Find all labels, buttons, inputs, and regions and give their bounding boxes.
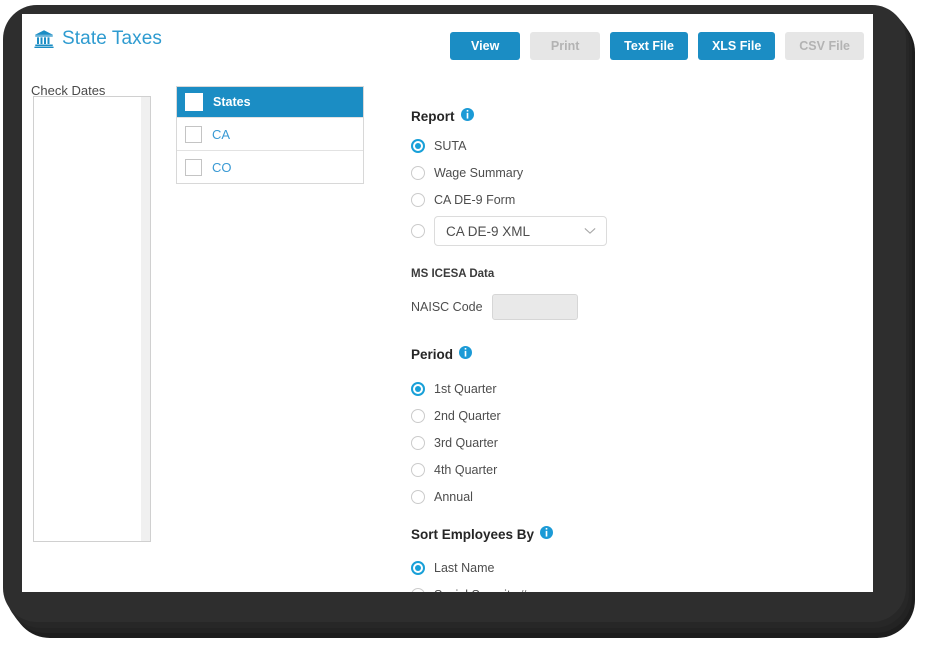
xls-file-button[interactable]: XLS File [697, 32, 776, 60]
naisc-field-row: NAISC Code [411, 294, 691, 320]
icesa-section: MS ICESA Data NAISC Code [411, 268, 691, 320]
report-option-xml-row: CA DE-9 XML [411, 216, 607, 246]
sort-heading: Sort Employees By [411, 526, 691, 542]
states-table-header[interactable]: States [177, 87, 363, 117]
report-option-label: CA DE-9 Form [434, 192, 516, 207]
state-checkbox-co[interactable] [185, 158, 202, 176]
radio-social-security[interactable] [411, 587, 425, 592]
report-option-label: Wage Summary [434, 165, 524, 180]
toolbar: View Print Text File XLS File CSV File [450, 32, 864, 60]
report-radio-group: SUTA Wage Summary CA DE-9 Form [411, 132, 523, 213]
chevron-down-icon [584, 227, 596, 235]
period-option-label: 2nd Quarter [434, 408, 501, 423]
page-title-group: State Taxes [34, 28, 162, 50]
radio-wage-summary[interactable] [411, 165, 425, 180]
table-row[interactable]: CA [177, 117, 363, 150]
radio-suta[interactable] [411, 138, 425, 153]
period-option-q2[interactable]: 2nd Quarter [411, 402, 691, 429]
period-option-label: 3rd Quarter [434, 435, 498, 450]
period-option-annual[interactable]: Annual [411, 483, 691, 510]
csv-file-button[interactable]: CSV File [785, 32, 864, 60]
period-option-q1[interactable]: 1st Quarter [411, 375, 691, 402]
state-label-ca[interactable]: CA [212, 127, 230, 142]
text-file-button[interactable]: Text File [610, 32, 688, 60]
radio-q2[interactable] [411, 408, 425, 423]
period-option-label: 1st Quarter [434, 381, 497, 396]
period-heading-label: Period [411, 346, 454, 362]
sort-heading-label: Sort Employees By [411, 526, 535, 542]
radio-q4[interactable] [411, 462, 425, 477]
sort-option-label: Last Name [434, 560, 495, 575]
period-option-label: Annual [434, 489, 473, 504]
check-dates-listbox[interactable] [33, 96, 151, 542]
sort-option-ssn[interactable]: Social Security # [411, 581, 691, 592]
radio-last-name[interactable] [411, 560, 425, 575]
sort-radio-group: Last Name Social Security # [411, 554, 691, 592]
sort-option-label: Social Security # [434, 588, 527, 593]
page-title: State Taxes [62, 28, 163, 49]
check-dates-scrollbar[interactable] [141, 97, 150, 541]
report-option-suta[interactable]: SUTA [411, 132, 523, 159]
states-table: States CA CO [176, 86, 364, 184]
period-option-q3[interactable]: 3rd Quarter [411, 429, 691, 456]
radio-ca-de9-form[interactable] [411, 192, 425, 207]
info-icon[interactable] [460, 108, 474, 124]
period-option-q4[interactable]: 4th Quarter [411, 456, 691, 483]
period-section: Period 1st Quarter 2nd Quarter 3rd Quart… [411, 346, 691, 510]
radio-q3[interactable] [411, 435, 425, 450]
radio-q1[interactable] [411, 381, 425, 396]
info-icon[interactable] [540, 526, 554, 542]
icesa-heading: MS ICESA Data [411, 268, 495, 280]
device-frame: State Taxes View Print Text File XLS Fil… [0, 0, 927, 646]
report-heading-label: Report [411, 108, 455, 124]
sort-employees-section: Sort Employees By Last Name [411, 526, 691, 592]
state-checkbox-ca[interactable] [185, 125, 202, 143]
radio-ca-de9-xml[interactable] [411, 224, 425, 238]
view-button[interactable]: View [450, 32, 521, 60]
states-select-all-checkbox[interactable] [185, 93, 203, 111]
period-option-label: 4th Quarter [434, 462, 498, 477]
period-heading: Period [411, 346, 691, 362]
bank-icon [34, 29, 54, 49]
report-option-wage-summary[interactable]: Wage Summary [411, 159, 523, 186]
app-screen: State Taxes View Print Text File XLS Fil… [22, 14, 873, 592]
report-format-select-value: CA DE-9 XML [446, 223, 531, 239]
period-radio-group: 1st Quarter 2nd Quarter 3rd Quarter 4th … [411, 375, 691, 510]
report-option-label: SUTA [434, 138, 467, 153]
naisc-code-label: NAISC Code [411, 300, 483, 314]
table-row[interactable]: CO [177, 150, 363, 183]
sort-option-last-name[interactable]: Last Name [411, 554, 691, 581]
report-option-ca-de9-form[interactable]: CA DE-9 Form [411, 186, 523, 213]
check-dates-list[interactable] [34, 97, 142, 541]
radio-annual[interactable] [411, 489, 425, 504]
report-heading: Report [411, 108, 474, 124]
report-format-select[interactable]: CA DE-9 XML [434, 216, 607, 246]
app-header: State Taxes View Print Text File XLS Fil… [22, 14, 873, 64]
states-column-header-label: States [213, 95, 251, 109]
naisc-code-input[interactable] [491, 294, 578, 320]
info-icon[interactable] [459, 346, 473, 362]
state-label-co[interactable]: CO [212, 160, 232, 175]
print-button[interactable]: Print [530, 32, 601, 60]
